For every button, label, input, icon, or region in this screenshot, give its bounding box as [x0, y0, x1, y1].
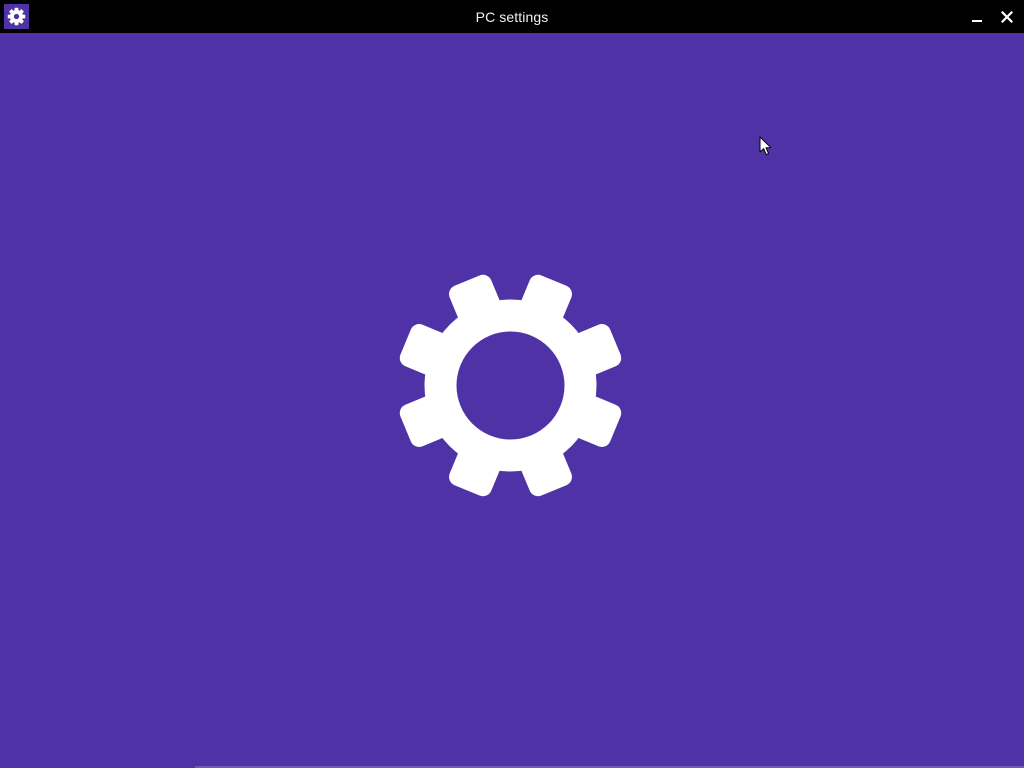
gear-icon [399, 274, 622, 497]
minimize-button[interactable] [962, 0, 992, 33]
window-title: PC settings [475, 9, 549, 25]
pc-settings-window: PC settings [0, 0, 1024, 768]
close-icon [1001, 10, 1013, 23]
mouse-pointer-icon [759, 136, 772, 156]
close-button[interactable] [992, 0, 1022, 33]
minimize-icon [972, 19, 982, 22]
title-bar[interactable]: PC settings [0, 0, 1024, 33]
gear-icon [7, 7, 26, 26]
splash-screen [0, 33, 1024, 768]
app-icon-tile[interactable] [4, 4, 29, 29]
